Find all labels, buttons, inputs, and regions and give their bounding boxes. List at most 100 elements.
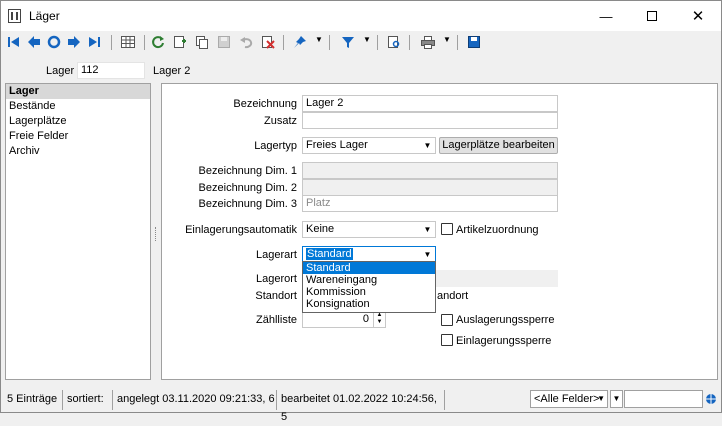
arrow-left-icon bbox=[28, 36, 40, 48]
quick-search-input[interactable] bbox=[624, 390, 703, 408]
dim3-field[interactable]: Platz bbox=[302, 195, 558, 212]
window: Läger — ✕ ▼ ▼ ▼ Lager 112 Lager 2 Lager … bbox=[0, 0, 722, 423]
filter-scope-dropdown[interactable]: ▼ bbox=[610, 390, 623, 408]
save-button[interactable] bbox=[215, 33, 233, 51]
chevron-down-icon[interactable]: ▼ bbox=[420, 247, 435, 262]
edited-status: bearbeitet 01.02.2022 10:24:56, 5 bbox=[277, 390, 445, 423]
toolbar: ▼ ▼ ▼ bbox=[1, 31, 721, 55]
option-konsignation[interactable]: Konsignation bbox=[303, 298, 435, 310]
maximize-button[interactable] bbox=[629, 1, 675, 31]
document-search-button[interactable] bbox=[385, 33, 403, 51]
form-save-button[interactable] bbox=[465, 33, 483, 51]
globe-search-icon[interactable] bbox=[705, 393, 717, 405]
standort-suffix: andort bbox=[437, 290, 469, 302]
field-filter-value: <Alle Felder> bbox=[534, 393, 600, 405]
field-filter-select[interactable]: <Alle Felder> ▼ bbox=[530, 390, 608, 408]
lagerart-value: Standard bbox=[306, 248, 353, 260]
einlagerungsautomatik-label: Einlagerungsautomatik bbox=[185, 224, 297, 236]
toolbar-separator bbox=[111, 35, 112, 50]
previous-record-button[interactable] bbox=[25, 33, 43, 51]
lagertyp-value: Freies Lager bbox=[306, 139, 368, 151]
dim3-label: Bezeichnung Dim. 3 bbox=[198, 198, 297, 210]
last-record-button[interactable] bbox=[85, 33, 103, 51]
bezeichnung-field[interactable]: Lager 2 bbox=[302, 95, 558, 112]
nav-item-lager[interactable]: Lager bbox=[6, 84, 150, 99]
lager-label: Lager bbox=[46, 65, 75, 77]
lager-number-value: 112 bbox=[81, 64, 99, 76]
dim2-field[interactable] bbox=[302, 179, 558, 196]
zaehlliste-spinner[interactable]: ▲ ▼ bbox=[373, 312, 385, 327]
arrow-right-icon bbox=[68, 36, 80, 48]
spin-down-icon[interactable]: ▼ bbox=[374, 319, 385, 326]
document-search-icon bbox=[388, 36, 400, 48]
nav-item-lagerplaetze[interactable]: Lagerplätze bbox=[6, 114, 150, 129]
filter-dropdown-icon[interactable]: ▼ bbox=[363, 35, 371, 44]
dim1-field[interactable] bbox=[302, 162, 558, 179]
zusatz-label: Zusatz bbox=[263, 115, 297, 127]
undo-button[interactable] bbox=[237, 33, 255, 51]
artikelzuordnung-checkbox[interactable] bbox=[441, 223, 453, 235]
chevron-down-icon[interactable]: ▼ bbox=[420, 138, 435, 153]
delete-button[interactable] bbox=[259, 33, 277, 51]
zusatz-field[interactable] bbox=[302, 112, 558, 129]
splitter-handle[interactable] bbox=[155, 227, 157, 241]
pin-icon bbox=[294, 36, 306, 48]
chevron-down-icon[interactable]: ▼ bbox=[597, 391, 605, 407]
option-standard[interactable]: Standard bbox=[303, 262, 435, 274]
new-record-button[interactable] bbox=[171, 33, 189, 51]
dim1-label: Bezeichnung Dim. 1 bbox=[198, 165, 297, 177]
einlagerungsautomatik-select[interactable]: Keine ▼ bbox=[302, 221, 436, 238]
table-icon bbox=[121, 36, 135, 48]
first-record-button[interactable] bbox=[5, 33, 23, 51]
artikelzuordnung-label: Artikelzuordnung bbox=[456, 224, 539, 236]
minimize-button[interactable]: — bbox=[583, 1, 629, 31]
filter-button[interactable] bbox=[339, 33, 357, 51]
copy-record-button[interactable] bbox=[193, 33, 211, 51]
chevron-down-icon: ▼ bbox=[612, 394, 621, 403]
toolbar-separator bbox=[144, 35, 145, 50]
lagerplaetze-bearbeiten-button[interactable]: Lagerplätze bearbeiten bbox=[439, 137, 558, 154]
first-icon bbox=[8, 37, 19, 47]
sort-status: sortiert: bbox=[63, 390, 113, 410]
maximize-icon bbox=[647, 11, 657, 21]
zaehlliste-label: Zählliste bbox=[256, 314, 297, 326]
pin-button[interactable] bbox=[291, 33, 309, 51]
new-document-icon bbox=[174, 36, 186, 48]
minimize-icon: — bbox=[599, 8, 613, 24]
chevron-down-icon[interactable]: ▼ bbox=[420, 222, 435, 237]
nav-item-archiv[interactable]: Archiv bbox=[6, 144, 150, 159]
nav-list: Lager Bestände Lagerplätze Freie Felder … bbox=[5, 83, 151, 380]
refresh-record-button[interactable] bbox=[45, 33, 63, 51]
undo-icon bbox=[240, 37, 253, 49]
table-view-button[interactable] bbox=[119, 33, 137, 51]
next-record-button[interactable] bbox=[65, 33, 83, 51]
pin-dropdown-icon[interactable]: ▼ bbox=[315, 35, 323, 44]
refresh-button[interactable] bbox=[149, 33, 167, 51]
print-button[interactable] bbox=[419, 33, 437, 51]
lager-number-field[interactable]: 112 bbox=[77, 62, 145, 79]
einlagerungsautomatik-value: Keine bbox=[306, 223, 335, 235]
toolbar-separator bbox=[457, 35, 458, 50]
status-bar: 5 Einträge sortiert: angelegt 03.11.2020… bbox=[1, 387, 721, 423]
nav-item-bestaende[interactable]: Bestände bbox=[6, 99, 150, 114]
refresh-icon bbox=[152, 36, 164, 49]
toolbar-separator bbox=[409, 35, 410, 50]
lagerort-label: Lagerort bbox=[256, 273, 297, 285]
window-title: Läger bbox=[29, 9, 60, 23]
print-dropdown-icon[interactable]: ▼ bbox=[443, 35, 451, 44]
lagerart-dropdown-list: Standard Wareneingang Kommission Konsign… bbox=[302, 261, 436, 313]
lagertyp-select[interactable]: Freies Lager ▼ bbox=[302, 137, 436, 154]
option-kommission[interactable]: Kommission bbox=[303, 286, 435, 298]
einlagerungssperre-checkbox[interactable] bbox=[441, 334, 453, 346]
option-wareneingang[interactable]: Wareneingang bbox=[303, 274, 435, 286]
title-bar: Läger — ✕ bbox=[1, 1, 721, 31]
nav-item-freie-felder[interactable]: Freie Felder bbox=[6, 129, 150, 144]
auslagerungssperre-checkbox[interactable] bbox=[441, 314, 453, 326]
filter-icon bbox=[342, 37, 354, 48]
delete-icon bbox=[262, 36, 275, 49]
lagerart-label: Lagerart bbox=[256, 249, 297, 261]
close-button[interactable]: ✕ bbox=[675, 1, 721, 31]
warehouse-icon bbox=[8, 9, 21, 23]
spin-up-icon[interactable]: ▲ bbox=[374, 312, 385, 319]
einlagerungssperre-label: Einlagerungssperre bbox=[456, 335, 552, 347]
